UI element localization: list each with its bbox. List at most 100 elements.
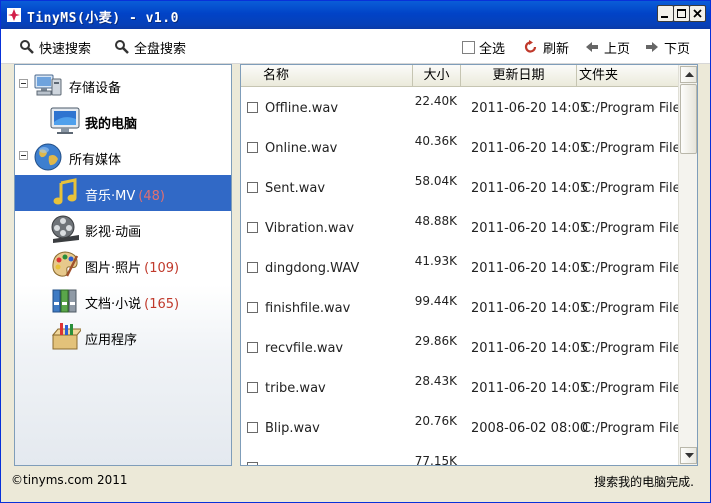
binders-icon [49, 285, 81, 317]
scroll-up-button[interactable] [680, 66, 697, 83]
collapse-toggle[interactable] [19, 151, 28, 160]
tree-node-label: 存储设备 [69, 81, 122, 96]
select-all-checkbox[interactable] [462, 40, 475, 54]
tree-node-label: 所有媒体 [69, 153, 122, 168]
tree-node-label: 影视·动画 [85, 225, 142, 240]
scroll-down-button[interactable] [680, 447, 697, 464]
tree-node-storage-devices[interactable]: 存储设备 [15, 67, 231, 103]
prev-page-button[interactable]: 上页 [584, 38, 630, 57]
next-page-button[interactable]: 下页 [644, 38, 690, 57]
file-size: 20.76K [414, 414, 457, 428]
row-checkbox[interactable] [247, 182, 258, 193]
list-rows: Offline.wav 22.40K 2011-06-20 14:05 C:/P… [241, 87, 678, 465]
maximize-button[interactable] [673, 5, 690, 22]
tree-node-label: 我的电脑 [85, 117, 138, 132]
category-tree: 存储设备 我的电脑 所有媒体 音乐·MV (48) 影视·动画 图片·照片 (1… [14, 64, 232, 466]
file-size: 22.40K [414, 94, 457, 108]
film-reel-icon [49, 213, 81, 245]
file-date: 2011-06-20 14:05 [471, 341, 589, 356]
select-all-button[interactable]: 全选 [462, 38, 506, 57]
table-row[interactable]: Vibration.wav 48.88K 2011-06-20 14:05 C:… [241, 207, 678, 247]
tree-node-label: 音乐·MV (48) [85, 189, 165, 204]
file-folder: C:/Program Files [582, 301, 678, 316]
column-header-date[interactable]: 更新日期 [461, 65, 577, 86]
row-checkbox[interactable] [247, 382, 258, 393]
title-bar[interactable]: TinyMS(小麦) - v1.0 [1, 1, 710, 29]
row-checkbox[interactable] [247, 262, 258, 273]
file-folder: C:/Program Files [582, 181, 678, 196]
file-size: 41.93K [414, 254, 457, 268]
column-header-folder[interactable]: 文件夹 [577, 65, 678, 86]
table-row[interactable]: Offline.wav 22.40K 2011-06-20 14:05 C:/P… [241, 87, 678, 127]
tree-node-photos[interactable]: 图片·照片 (109) [15, 247, 231, 283]
arrow-up-icon [685, 72, 694, 77]
list-header: 名称 大小 更新日期 文件夹 [241, 65, 678, 87]
tree-node-documents[interactable]: 文档·小说 (165) [15, 283, 231, 319]
tree-node-label: 图片·照片 (109) [85, 261, 180, 276]
row-checkbox[interactable] [247, 142, 258, 153]
item-count: (48) [138, 189, 165, 204]
window-title: TinyMS(小麦) - v1.0 [27, 11, 179, 26]
close-button[interactable] [689, 5, 706, 22]
table-row[interactable]: Blip.wav 20.76K 2008-06-02 08:00 C:/Prog… [241, 407, 678, 447]
file-size: 99.44K [414, 294, 457, 308]
tree-node-music-mv[interactable]: 音乐·MV (48) [15, 175, 231, 211]
paint-palette-icon [49, 249, 81, 281]
column-header-size[interactable]: 大小 [413, 65, 461, 86]
scrollbar-thumb[interactable] [680, 84, 697, 154]
row-checkbox[interactable] [247, 302, 258, 313]
file-folder: C:/Program Files [582, 261, 678, 276]
file-folder: C:/Program Files [582, 341, 678, 356]
quick-search-button[interactable]: 快速搜索 [19, 38, 91, 57]
arrow-down-icon [685, 453, 694, 458]
monitor-icon [49, 105, 81, 137]
file-date: 2011-06-20 14:05 [471, 381, 589, 396]
row-checkbox[interactable] [247, 102, 258, 113]
file-name: Vibration.wav [265, 221, 355, 236]
file-folder: C:/Program Files [582, 381, 678, 396]
full-disk-search-button[interactable]: 全盘搜索 [114, 38, 187, 57]
arrow-left-icon [584, 39, 600, 55]
refresh-button[interactable]: 刷新 [523, 38, 569, 57]
row-checkbox[interactable] [247, 342, 258, 353]
row-checkbox[interactable] [247, 222, 258, 233]
toolbar: 快速搜索 全盘搜索 全选 刷新 上页 下页 [1, 29, 710, 64]
item-count: (165) [144, 297, 180, 312]
file-size: 77.15K [414, 454, 457, 465]
row-checkbox[interactable] [247, 422, 258, 433]
table-row[interactable]: dingdong.WAV 41.93K 2011-06-20 14:05 C:/… [241, 247, 678, 287]
app-box-icon [49, 321, 81, 353]
arrow-right-icon [644, 39, 660, 55]
file-name: tribe.wav [265, 381, 326, 396]
computer-network-icon [32, 69, 64, 101]
table-row[interactable]: 77.15K [241, 447, 678, 465]
table-row[interactable]: recvfile.wav 29.86K 2011-06-20 14:05 C:/… [241, 327, 678, 367]
globe-icon [32, 141, 64, 173]
full-disk-search-label: 全盘搜索 [134, 41, 187, 57]
file-size: 58.04K [414, 174, 457, 188]
file-list: 名称 大小 更新日期 文件夹 Offline.wav 22.40K 2011-0… [240, 64, 698, 466]
table-row[interactable]: Sent.wav 58.04K 2011-06-20 14:05 C:/Prog… [241, 167, 678, 207]
file-size: 48.88K [414, 214, 457, 228]
collapse-toggle[interactable] [19, 79, 28, 88]
select-all-label: 全选 [479, 41, 506, 57]
app-logo-icon [7, 8, 21, 22]
file-name: dingdong.WAV [265, 261, 360, 276]
file-size: 40.36K [414, 134, 457, 148]
tree-node-my-computer[interactable]: 我的电脑 [15, 103, 231, 139]
tree-node-video[interactable]: 影视·动画 [15, 211, 231, 247]
copyright-text: ©tinyms.com 2011 [11, 473, 128, 487]
row-checkbox[interactable] [247, 462, 258, 465]
item-count: (109) [144, 261, 180, 276]
column-header-name[interactable]: 名称 [241, 65, 413, 86]
tree-node-all-media[interactable]: 所有媒体 [15, 139, 231, 175]
status-text: 搜索我的电脑完成. [594, 475, 694, 489]
vertical-scrollbar[interactable] [678, 65, 697, 465]
table-row[interactable]: Online.wav 40.36K 2011-06-20 14:05 C:/Pr… [241, 127, 678, 167]
tree-node-apps[interactable]: 应用程序 [15, 319, 231, 355]
file-folder: C:/Program Files [582, 421, 678, 436]
minimize-button[interactable] [657, 5, 674, 22]
file-name: Online.wav [265, 141, 338, 156]
table-row[interactable]: tribe.wav 28.43K 2011-06-20 14:05 C:/Pro… [241, 367, 678, 407]
table-row[interactable]: finishfile.wav 99.44K 2011-06-20 14:05 C… [241, 287, 678, 327]
